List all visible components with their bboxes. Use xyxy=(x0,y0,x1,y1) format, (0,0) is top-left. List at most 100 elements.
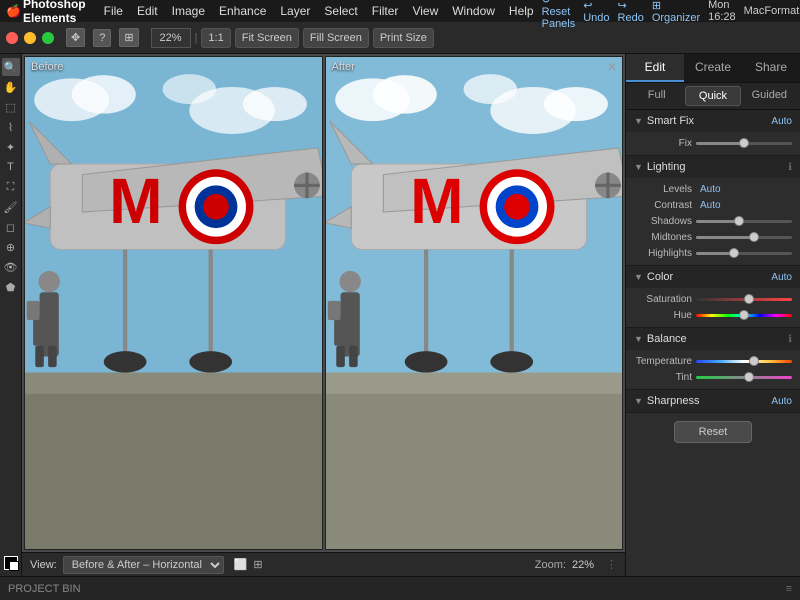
reset-panels-btn[interactable]: ↺ Reset Panels xyxy=(542,0,576,30)
color-header[interactable]: ▼ Color Auto xyxy=(626,266,800,288)
tab-create[interactable]: Create xyxy=(684,54,742,82)
tab-edit[interactable]: Edit xyxy=(626,54,684,82)
move-tool-icon[interactable]: ✥ xyxy=(66,28,85,47)
canvas-area: Before xyxy=(22,54,625,576)
color-chevron: ▼ xyxy=(634,272,643,282)
tab-share[interactable]: Share xyxy=(742,54,800,82)
print-size-btn[interactable]: Print Size xyxy=(373,28,434,48)
apple-menu-icon[interactable]: 🍎 xyxy=(6,4,21,18)
contrast-auto-btn[interactable]: Auto xyxy=(700,200,721,211)
subtab-quick[interactable]: Quick xyxy=(685,86,740,106)
brush-tool[interactable]: 🖌 xyxy=(2,198,20,216)
balance-title: Balance xyxy=(647,333,784,345)
smart-fix-auto-btn[interactable]: Auto xyxy=(771,116,792,127)
question-icon[interactable]: ? xyxy=(93,29,111,47)
shadows-track[interactable] xyxy=(696,220,792,223)
grid-icon[interactable]: ⊞ xyxy=(119,28,138,47)
smart-fix-header[interactable]: ▼ Smart Fix Auto xyxy=(626,110,800,132)
lasso-tool[interactable]: ⌇ xyxy=(2,118,20,136)
zoom-tool[interactable]: 🔍 xyxy=(2,58,20,76)
minimize-button[interactable] xyxy=(24,32,36,44)
subtab-full[interactable]: Full xyxy=(630,86,683,106)
levels-auto-btn[interactable]: Auto xyxy=(700,184,721,195)
smart-fix-section: ▼ Smart Fix Auto Fix xyxy=(626,110,800,156)
hue-track[interactable] xyxy=(696,314,792,317)
shadows-thumb[interactable] xyxy=(734,216,744,226)
reset-button[interactable]: Reset xyxy=(674,421,753,443)
svg-text:M: M xyxy=(410,165,463,237)
panel-layout-icon[interactable]: ⊞ xyxy=(253,558,262,571)
redo-btn[interactable]: ↪ Redo xyxy=(618,0,644,24)
toolbox: 🔍 ✋ ⬚ ⌇ ✦ T ⛶ 🖌 ◻ ⊕ 👁 ⬟ xyxy=(0,54,22,576)
separator: | xyxy=(195,32,198,44)
ratio-btn[interactable]: 1:1 xyxy=(201,28,230,48)
midtones-thumb[interactable] xyxy=(749,232,759,242)
text-tool[interactable]: T xyxy=(2,158,20,176)
close-button[interactable] xyxy=(6,32,18,44)
menu-edit[interactable]: Edit xyxy=(131,2,164,20)
after-label: After xyxy=(332,61,355,73)
menu-enhance[interactable]: Enhance xyxy=(213,2,272,20)
menu-help[interactable]: Help xyxy=(503,2,540,20)
midtones-track[interactable] xyxy=(696,236,792,239)
menu-view[interactable]: View xyxy=(406,2,444,20)
color-swatch[interactable] xyxy=(2,554,20,572)
color-title: Color xyxy=(647,271,768,283)
menu-window[interactable]: Window xyxy=(446,2,501,20)
tint-thumb[interactable] xyxy=(744,372,754,382)
panel-resize-icon[interactable]: ⋮ xyxy=(606,558,617,571)
selection-tool[interactable]: ⬚ xyxy=(2,98,20,116)
magic-wand-tool[interactable]: ✦ xyxy=(2,138,20,156)
saturation-thumb[interactable] xyxy=(744,294,754,304)
eraser-tool[interactable]: ◻ xyxy=(2,218,20,236)
zoom-input[interactable]: 22% xyxy=(151,28,191,48)
project-bin-expand-icon[interactable]: ≡ xyxy=(786,583,792,595)
view-label: View: xyxy=(30,559,57,571)
highlights-track[interactable] xyxy=(696,252,792,255)
undo-btn[interactable]: ↩ Undo xyxy=(583,0,609,24)
after-image: M xyxy=(326,57,623,549)
image-panels: Before xyxy=(22,54,625,552)
sharpness-auto-btn[interactable]: Auto xyxy=(771,396,792,407)
temperature-thumb[interactable] xyxy=(749,356,759,366)
menu-layer[interactable]: Layer xyxy=(274,2,316,20)
format-label: MacFormat xyxy=(744,5,800,17)
balance-content: Temperature Tint xyxy=(626,350,800,389)
hue-thumb[interactable] xyxy=(739,310,749,320)
eye-tool[interactable]: 👁 xyxy=(2,258,20,276)
lighting-header[interactable]: ▼ Lighting ℹ xyxy=(626,156,800,178)
fix-slider-track[interactable] xyxy=(696,142,792,145)
panel-switcher-icon[interactable]: ⬜ xyxy=(234,558,248,571)
maximize-button[interactable] xyxy=(42,32,54,44)
tint-track[interactable] xyxy=(696,376,792,379)
smart-fix-chevron: ▼ xyxy=(634,116,643,126)
subtab-guided[interactable]: Guided xyxy=(743,86,796,106)
smart-fix-content: Fix xyxy=(626,132,800,155)
color-auto-btn[interactable]: Auto xyxy=(771,272,792,283)
highlights-thumb[interactable] xyxy=(729,248,739,258)
menu-image[interactable]: Image xyxy=(166,2,211,20)
hue-label: Hue xyxy=(634,310,692,321)
hand-tool[interactable]: ✋ xyxy=(2,78,20,96)
sub-tabs: Full Quick Guided xyxy=(626,83,800,110)
sharpness-header[interactable]: ▼ Sharpness Auto xyxy=(626,390,800,412)
menu-file[interactable]: File xyxy=(98,2,129,20)
menu-select[interactable]: Select xyxy=(318,2,363,20)
fit-screen-btn[interactable]: Fit Screen xyxy=(235,28,299,48)
organizer-btn[interactable]: ⊞ Organizer xyxy=(652,0,700,24)
clone-tool[interactable]: ⊕ xyxy=(2,238,20,256)
balance-header[interactable]: ▼ Balance ℹ xyxy=(626,328,800,350)
menu-filter[interactable]: Filter xyxy=(366,2,405,20)
fill-screen-btn[interactable]: Fill Screen xyxy=(303,28,369,48)
crop-tool[interactable]: ⛶ xyxy=(2,178,20,196)
shadows-label: Shadows xyxy=(634,216,692,227)
shape-tool[interactable]: ⬟ xyxy=(2,278,20,296)
midtones-fill xyxy=(696,236,754,239)
right-panel: Edit Create Share Full Quick Guided ▼ Sm… xyxy=(625,54,800,576)
saturation-track[interactable] xyxy=(696,298,792,301)
mode-tabs: Edit Create Share xyxy=(626,54,800,83)
temperature-track[interactable] xyxy=(696,360,792,363)
close-after-icon[interactable]: ✕ xyxy=(607,60,617,74)
view-select[interactable]: Before & After – Horizontal xyxy=(63,556,224,574)
fix-slider-thumb[interactable] xyxy=(739,138,749,148)
